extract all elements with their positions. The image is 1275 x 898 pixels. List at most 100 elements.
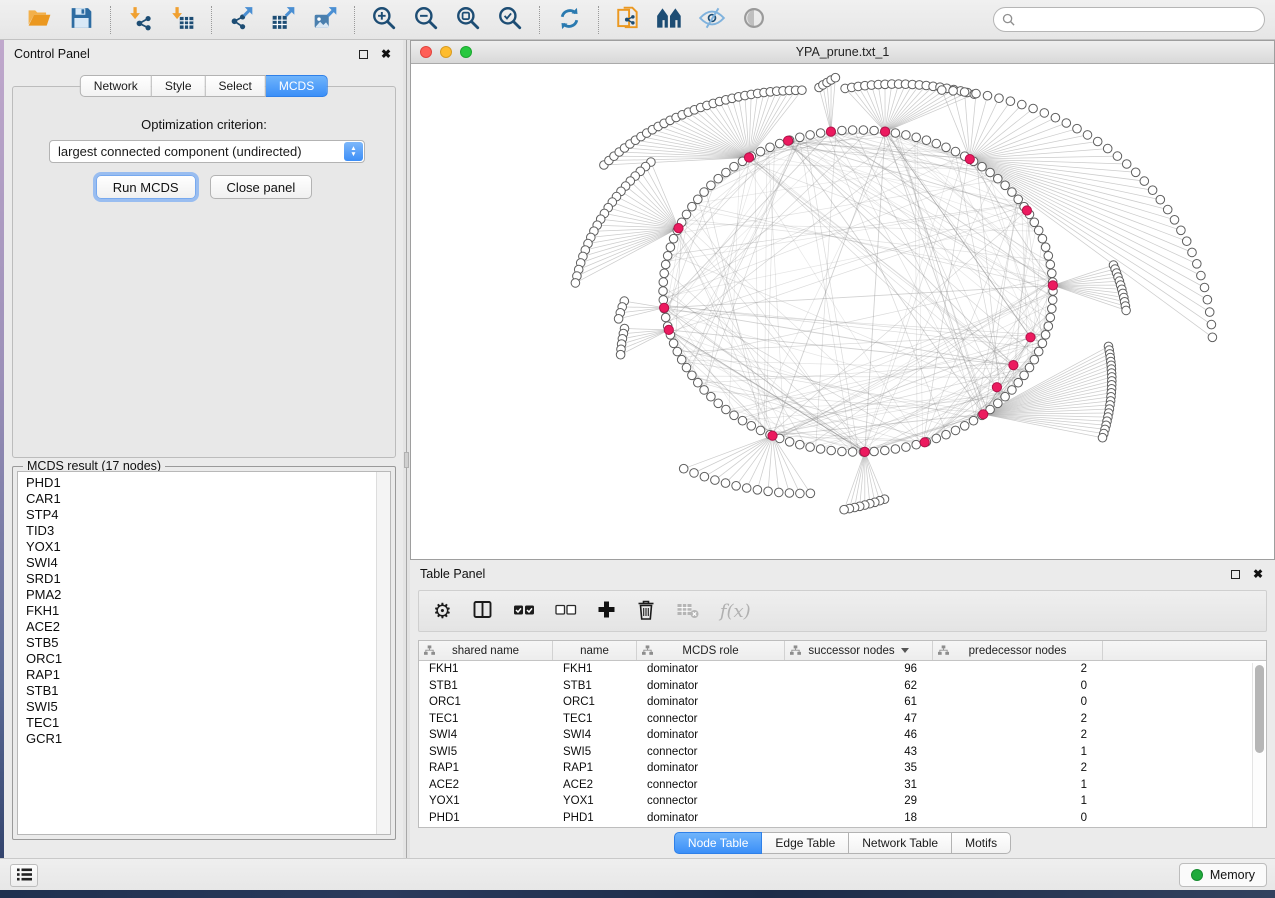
cell-mcds_role[interactable]: connector [637, 744, 785, 761]
cell-predecessor_nodes[interactable]: 2 [933, 727, 1103, 744]
column-header-name[interactable]: name [553, 641, 637, 660]
vertical-splitter[interactable] [403, 40, 410, 858]
preview-eye-button[interactable] [739, 5, 769, 35]
cell-name[interactable]: PHD1 [553, 810, 637, 827]
import-network-button[interactable] [125, 5, 155, 35]
cell-predecessor_nodes[interactable]: 2 [933, 711, 1103, 728]
cell-mcds_role[interactable]: dominator [637, 661, 785, 678]
cell-shared_name[interactable]: SWI5 [419, 744, 553, 761]
cell-name[interactable]: SWI5 [553, 744, 637, 761]
column-header-predecessor_nodes[interactable]: predecessor nodes [933, 641, 1103, 660]
window-zoom-light[interactable] [460, 46, 472, 58]
table-row[interactable]: TEC1TEC1connector472 [419, 711, 1266, 728]
cell-successor_nodes[interactable]: 61 [785, 694, 933, 711]
cell-name[interactable]: STB1 [553, 678, 637, 695]
table-row[interactable]: SWI5SWI5connector431 [419, 744, 1266, 761]
cell-name[interactable]: YOX1 [553, 793, 637, 810]
cell-name[interactable]: RAP1 [553, 760, 637, 777]
cell-mcds_role[interactable]: connector [637, 777, 785, 794]
cell-name[interactable]: FKH1 [553, 661, 637, 678]
cell-predecessor_nodes[interactable]: 2 [933, 760, 1103, 777]
window-minimize-light[interactable] [440, 46, 452, 58]
mcds-result-list[interactable]: PHD1CAR1STP4TID3YOX1SWI4SRD1PMA2FKH1ACE2… [17, 471, 391, 835]
cell-shared_name[interactable]: PHD1 [419, 810, 553, 827]
cell-shared_name[interactable]: SWI4 [419, 727, 553, 744]
tab-network[interactable]: Network [80, 75, 152, 97]
criterion-select[interactable]: largest connected component (undirected)… [49, 140, 365, 163]
mcds-result-item[interactable]: PMA2 [18, 587, 390, 603]
cell-shared_name[interactable]: ORC1 [419, 694, 553, 711]
cell-shared_name[interactable]: RAP1 [419, 760, 553, 777]
mcds-result-item[interactable]: GCR1 [18, 731, 390, 747]
cell-predecessor_nodes[interactable]: 0 [933, 810, 1103, 827]
cell-successor_nodes[interactable]: 96 [785, 661, 933, 678]
mcds-result-item[interactable]: SWI4 [18, 555, 390, 571]
mcds-result-item[interactable]: TEC1 [18, 715, 390, 731]
cell-mcds_role[interactable]: connector [637, 793, 785, 810]
refresh-button[interactable] [554, 5, 584, 35]
mcds-result-item[interactable]: STB1 [18, 683, 390, 699]
cell-shared_name[interactable]: ACE2 [419, 777, 553, 794]
cell-mcds_role[interactable]: dominator [637, 694, 785, 711]
open-file-button[interactable] [24, 5, 54, 35]
cell-predecessor_nodes[interactable]: 2 [933, 661, 1103, 678]
mcds-result-item[interactable]: ORC1 [18, 651, 390, 667]
column-header-mcds_role[interactable]: MCDS role [637, 641, 785, 660]
column-header-shared_name[interactable]: shared name [419, 641, 553, 660]
zoom-fit-button[interactable] [453, 5, 483, 35]
select-all-button[interactable] [513, 596, 535, 626]
close-panel-button[interactable]: ✖ [379, 47, 393, 61]
export-table-button[interactable] [268, 5, 298, 35]
mcds-result-item[interactable]: SWI5 [18, 699, 390, 715]
tab-node-table[interactable]: Node Table [674, 832, 763, 854]
export-network-button[interactable] [226, 5, 256, 35]
export-image-button[interactable] [310, 5, 340, 35]
table-row[interactable]: SWI4SWI4dominator462 [419, 727, 1266, 744]
cell-name[interactable]: SWI4 [553, 727, 637, 744]
table-row[interactable]: YOX1YOX1connector291 [419, 793, 1266, 810]
table-row[interactable]: PHD1PHD1dominator180 [419, 810, 1266, 827]
table-settings-button[interactable]: ⚙ [433, 596, 452, 626]
cell-name[interactable]: ORC1 [553, 694, 637, 711]
add-column-button[interactable] [597, 596, 616, 626]
zoom-out-button[interactable] [411, 5, 441, 35]
cell-predecessor_nodes[interactable]: 1 [933, 793, 1103, 810]
cell-name[interactable]: TEC1 [553, 711, 637, 728]
cell-mcds_role[interactable]: dominator [637, 678, 785, 695]
search-input[interactable] [993, 7, 1265, 32]
mcds-list-scrollbar[interactable] [376, 472, 390, 834]
table-scrollbar[interactable] [1252, 663, 1265, 827]
cell-successor_nodes[interactable]: 29 [785, 793, 933, 810]
cell-mcds_role[interactable]: dominator [637, 810, 785, 827]
mcds-result-item[interactable]: STP4 [18, 507, 390, 523]
cell-successor_nodes[interactable]: 46 [785, 727, 933, 744]
cell-mcds_role[interactable]: connector [637, 711, 785, 728]
cell-successor_nodes[interactable]: 62 [785, 678, 933, 695]
cell-successor_nodes[interactable]: 18 [785, 810, 933, 827]
cell-predecessor_nodes[interactable]: 1 [933, 744, 1103, 761]
column-header-successor_nodes[interactable]: successor nodes [785, 641, 933, 660]
window-close-light[interactable] [420, 46, 432, 58]
tab-motifs[interactable]: Motifs [952, 832, 1011, 854]
mcds-result-item[interactable]: STB5 [18, 635, 390, 651]
cell-successor_nodes[interactable]: 35 [785, 760, 933, 777]
function-builder-button[interactable]: f(x) [720, 596, 751, 626]
table-row[interactable]: STB1STB1dominator620 [419, 678, 1266, 695]
cell-predecessor_nodes[interactable]: 1 [933, 777, 1103, 794]
close-panel-button-mcds[interactable]: Close panel [210, 175, 313, 199]
cell-successor_nodes[interactable]: 47 [785, 711, 933, 728]
delete-table-button[interactable] [676, 596, 700, 626]
cell-successor_nodes[interactable]: 31 [785, 777, 933, 794]
tab-mcds[interactable]: MCDS [266, 75, 328, 97]
network-canvas[interactable] [411, 64, 1274, 559]
deselect-all-button[interactable] [555, 596, 577, 626]
mcds-result-item[interactable]: SRD1 [18, 571, 390, 587]
mcds-result-item[interactable]: RAP1 [18, 667, 390, 683]
mcds-result-item[interactable]: TID3 [18, 523, 390, 539]
show-all-button[interactable] [655, 5, 685, 35]
cell-predecessor_nodes[interactable]: 0 [933, 694, 1103, 711]
cell-shared_name[interactable]: TEC1 [419, 711, 553, 728]
table-row[interactable]: FKH1FKH1dominator962 [419, 661, 1266, 678]
table-row[interactable]: ACE2ACE2connector311 [419, 777, 1266, 794]
table-row[interactable]: RAP1RAP1dominator352 [419, 760, 1266, 777]
